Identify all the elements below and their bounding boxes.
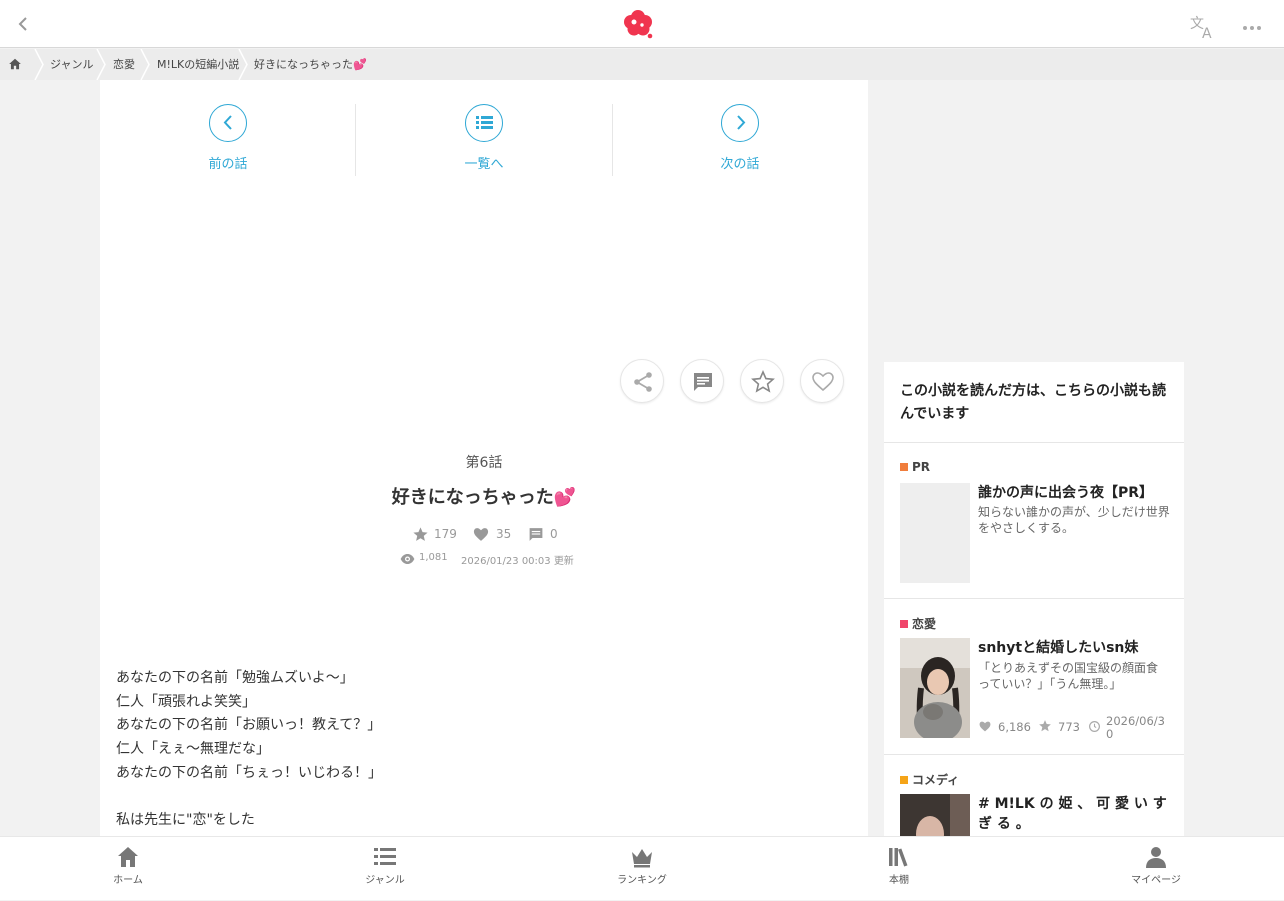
- body-line: 私は先生に"恋"をした: [116, 812, 255, 829]
- bottom-nav-label: 本棚: [889, 875, 909, 886]
- body-line: あなたの下の名前「ちぇっ！いじわる！」: [116, 764, 382, 781]
- view-count: 1,081: [419, 552, 448, 563]
- episode-nav: 前の話 一覧へ 次の話: [100, 80, 868, 180]
- breadcrumb-item[interactable]: 好きになっちゃった💕: [254, 49, 367, 80]
- thumbnail: [900, 794, 970, 836]
- chevron-right-icon: [721, 104, 759, 142]
- breadcrumb-separator: [34, 49, 44, 80]
- updated-date: 2026/06/30: [1106, 714, 1165, 741]
- next-episode-button[interactable]: 次の話: [612, 80, 868, 180]
- bottom-nav: ホーム ジャンル ランキング 本棚 マイページ: [0, 836, 1284, 900]
- recommend-sidebar: この小説を読んだ方は、こちらの小説も読んでいます PR 誰かの声に出会う夜【PR…: [884, 362, 1184, 836]
- divider: [884, 442, 1184, 443]
- bottom-nav-mypage[interactable]: マイページ: [1096, 837, 1216, 901]
- breadcrumb: ジャンル 恋愛 M!LKの短編小説 好きになっちゃった💕: [0, 49, 1284, 80]
- share-button[interactable]: [620, 359, 664, 403]
- category-label: PR: [900, 460, 930, 474]
- divider: [884, 754, 1184, 755]
- episode-number: 第6話: [465, 455, 503, 471]
- chevron-left-icon: [209, 104, 247, 142]
- breadcrumb-separator: [140, 49, 150, 80]
- comment-icon: [529, 528, 543, 541]
- category-label: コメディ: [900, 771, 959, 788]
- sidebar-heading: この小説を読んだ方は、こちらの小説も読んでいます: [900, 383, 1166, 422]
- breadcrumb-item[interactable]: M!LKの短編小説: [157, 49, 239, 80]
- bookshelf-icon: [889, 848, 908, 867]
- thumbnail: [900, 638, 970, 738]
- bottom-nav-home[interactable]: ホーム: [68, 837, 188, 901]
- bottom-nav-bookshelf[interactable]: 本棚: [839, 837, 959, 901]
- star-icon: [751, 370, 775, 393]
- bottom-nav-label: マイページ: [1131, 875, 1181, 886]
- body-line: 仁人「えぇ〜無理だな」: [116, 741, 270, 758]
- updated-date: 2026/01/23 00:03 更新: [461, 556, 574, 567]
- episode-title: 好きになっちゃった💕: [391, 487, 577, 508]
- bottom-nav-genre[interactable]: ジャンル: [325, 837, 445, 901]
- update-icon: [1089, 721, 1100, 732]
- card-title: snhytと結婚したいsn妹: [978, 640, 1139, 656]
- comment-count: 0: [550, 527, 558, 541]
- heart-icon: [473, 528, 489, 541]
- more-dots-icon[interactable]: [1240, 16, 1264, 40]
- list-icon: [465, 104, 503, 142]
- star-count: 179: [434, 527, 457, 541]
- heart-count: 35: [496, 527, 512, 541]
- share-icon: [634, 372, 652, 392]
- breadcrumb-item[interactable]: 恋愛: [113, 49, 135, 80]
- episode-list-button[interactable]: 一覧へ: [356, 80, 612, 180]
- episode-body: あなたの下の名前「勉強ムズいよ〜」 仁人「頑張れよ笑笑」 あなたの下の名前「お願…: [116, 667, 836, 833]
- card-title: # M!LK の 姫 、 可 愛 い す ぎ る 。: [978, 796, 1167, 832]
- comment-button[interactable]: [680, 359, 724, 403]
- episode-main: 前の話 一覧へ 次の話 第6話 好きになっちゃった💕 179 35 0 1,08…: [100, 80, 868, 836]
- next-episode-label: 次の話: [720, 157, 760, 172]
- eye-icon: [400, 554, 415, 564]
- chevron-left-icon[interactable]: [12, 12, 36, 36]
- bottom-nav-label: ジャンル: [365, 875, 405, 886]
- episode-list-label: 一覧へ: [464, 157, 504, 172]
- like-heart-button[interactable]: [800, 359, 844, 403]
- prev-episode-button[interactable]: 前の話: [100, 80, 356, 180]
- user-icon: [1146, 847, 1166, 868]
- episode-meta: 1,081 2026/01/23 00:03 更新: [400, 552, 600, 567]
- prev-episode-label: 前の話: [208, 157, 248, 172]
- favorite-star-button[interactable]: [740, 359, 784, 403]
- card-title: 誰かの声に出会う夜【PR】: [978, 485, 1154, 501]
- like-count: 6,186: [998, 720, 1031, 734]
- divider: [884, 598, 1184, 599]
- comment-icon: [694, 373, 712, 391]
- star-icon: [1039, 720, 1051, 732]
- body-line: あなたの下の名前「お願いっ！教えて？」: [116, 717, 382, 734]
- episode-stats: 179 35 0: [412, 526, 572, 544]
- heart-icon: [979, 721, 991, 732]
- card-stats: 6,186 773 2026/06/30: [978, 714, 1178, 747]
- body-line: あなたの下の名前「勉強ムズいよ〜」: [116, 670, 354, 686]
- top-bar: 文 A: [0, 0, 1284, 48]
- star-count: 773: [1058, 720, 1080, 734]
- home-icon: [118, 847, 138, 867]
- breadcrumb-separator: [96, 49, 106, 80]
- breadcrumb-separator: [238, 49, 248, 80]
- bottom-nav-ranking[interactable]: ランキング: [582, 837, 702, 901]
- body-line: 仁人「頑張れよ笑笑」: [116, 693, 256, 710]
- body-line: [116, 785, 836, 809]
- bottom-nav-label: ランキング: [617, 875, 667, 886]
- card-description: 知らない誰かの声が、少しだけ世界をやさしくする。: [978, 505, 1170, 535]
- flower-logo[interactable]: [622, 8, 656, 40]
- bottom-nav-label: ホーム: [113, 875, 143, 886]
- home-icon[interactable]: [8, 49, 30, 80]
- heart-icon: [812, 372, 834, 392]
- category-label: 恋愛: [900, 615, 936, 632]
- card-description: 「とりあえずその国宝級の顔面食っていい？」「うん無理。」: [978, 661, 1159, 691]
- svg-text:A: A: [1202, 26, 1212, 40]
- list-icon: [374, 848, 396, 865]
- crown-icon: [632, 849, 652, 868]
- breadcrumb-item[interactable]: ジャンル: [50, 49, 93, 80]
- star-icon: [413, 527, 428, 541]
- thumbnail: [900, 483, 970, 583]
- translate-icon[interactable]: 文 A: [1190, 14, 1218, 42]
